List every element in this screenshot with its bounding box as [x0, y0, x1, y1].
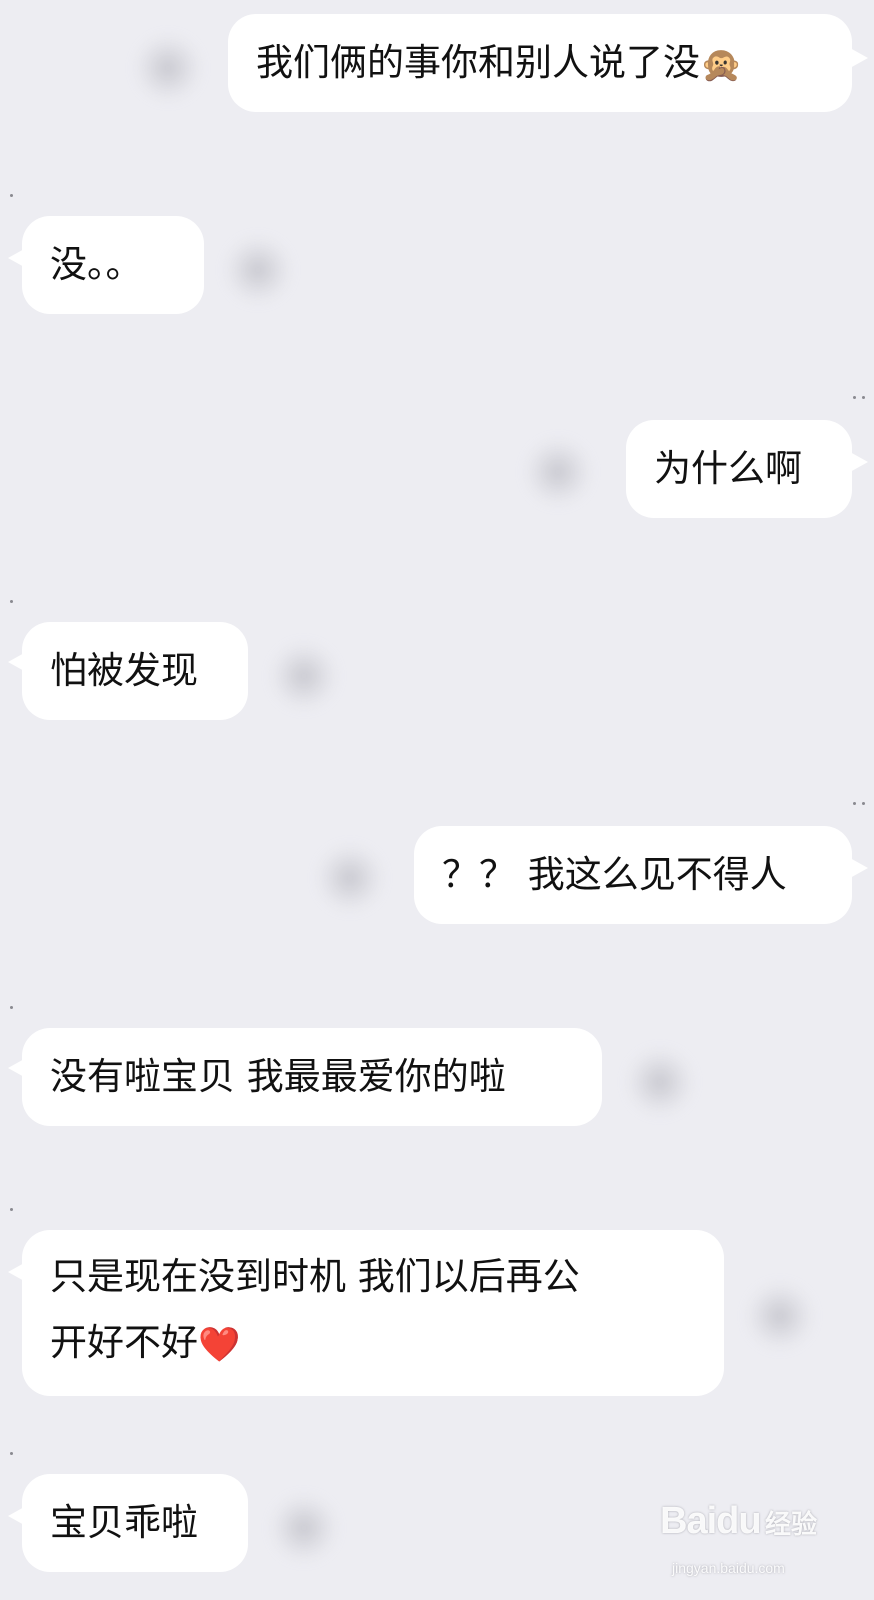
dot [862, 396, 865, 399]
dot [10, 1208, 13, 1211]
message-text-line: 只是现在没到时机 我们以后再公 [50, 1255, 580, 1298]
blurred-avatar [526, 440, 590, 504]
watermark-url: jingyan.baidu.com [672, 1560, 785, 1576]
message-text: ？？ 我这么见不得人 [442, 853, 787, 896]
message-bubble-outgoing[interactable]: 为什么啊 [626, 420, 852, 518]
message-bubble-incoming[interactable]: 宝贝乖啦 [22, 1474, 248, 1572]
dot [10, 1452, 13, 1455]
dot [10, 194, 13, 197]
chat-area: 我们俩的事你和别人说了没🙊 没。。 为什么啊 怕被发现 ？？ 我这么见不得人 没… [0, 0, 874, 1600]
blurred-avatar [226, 238, 290, 302]
watermark-sub: 经验 [765, 1509, 818, 1539]
dot [10, 600, 13, 603]
blurred-avatar [748, 1284, 812, 1348]
message-text: 没有啦宝贝 我最最爱你的啦 [50, 1055, 506, 1098]
bubble-tail [850, 858, 868, 878]
message-text: 没。。 [50, 243, 143, 286]
blurred-avatar [136, 36, 200, 100]
message-bubble-outgoing[interactable]: ？？ 我这么见不得人 [414, 826, 852, 924]
dot [862, 802, 865, 805]
message-text-line: 开好不好❤️ [50, 1321, 241, 1365]
message-bubble-incoming[interactable]: 没。。 [22, 216, 204, 314]
bubble-tail [850, 452, 868, 472]
watermark-logo: Baidu [660, 1500, 762, 1542]
message-text: 我们俩的事你和别人说了没 [256, 41, 700, 84]
dot [853, 802, 856, 805]
blurred-avatar [318, 846, 382, 910]
message-bubble-incoming[interactable]: 只是现在没到时机 我们以后再公 开好不好❤️ [22, 1230, 724, 1396]
baidu-jingyan-watermark: Baidu 经验 jingyan.baidu.com [660, 1500, 860, 1590]
blurred-avatar [272, 644, 336, 708]
dot [853, 396, 856, 399]
message-text: 为什么啊 [654, 447, 802, 490]
message-text: 宝贝乖啦 [50, 1501, 198, 1544]
message-text: 怕被发现 [50, 649, 198, 692]
message-bubble-incoming[interactable]: 没有啦宝贝 我最最爱你的啦 [22, 1028, 602, 1126]
bubble-tail [850, 48, 868, 68]
dot [10, 1006, 13, 1009]
heart-emoji-icon: ❤️ [198, 1324, 241, 1365]
blurred-avatar [272, 1496, 336, 1560]
monkey-emoji-icon: 🙊 [700, 44, 743, 85]
message-bubble-outgoing[interactable]: 我们俩的事你和别人说了没🙊 [228, 14, 852, 112]
message-bubble-incoming[interactable]: 怕被发现 [22, 622, 248, 720]
blurred-avatar [628, 1050, 692, 1114]
